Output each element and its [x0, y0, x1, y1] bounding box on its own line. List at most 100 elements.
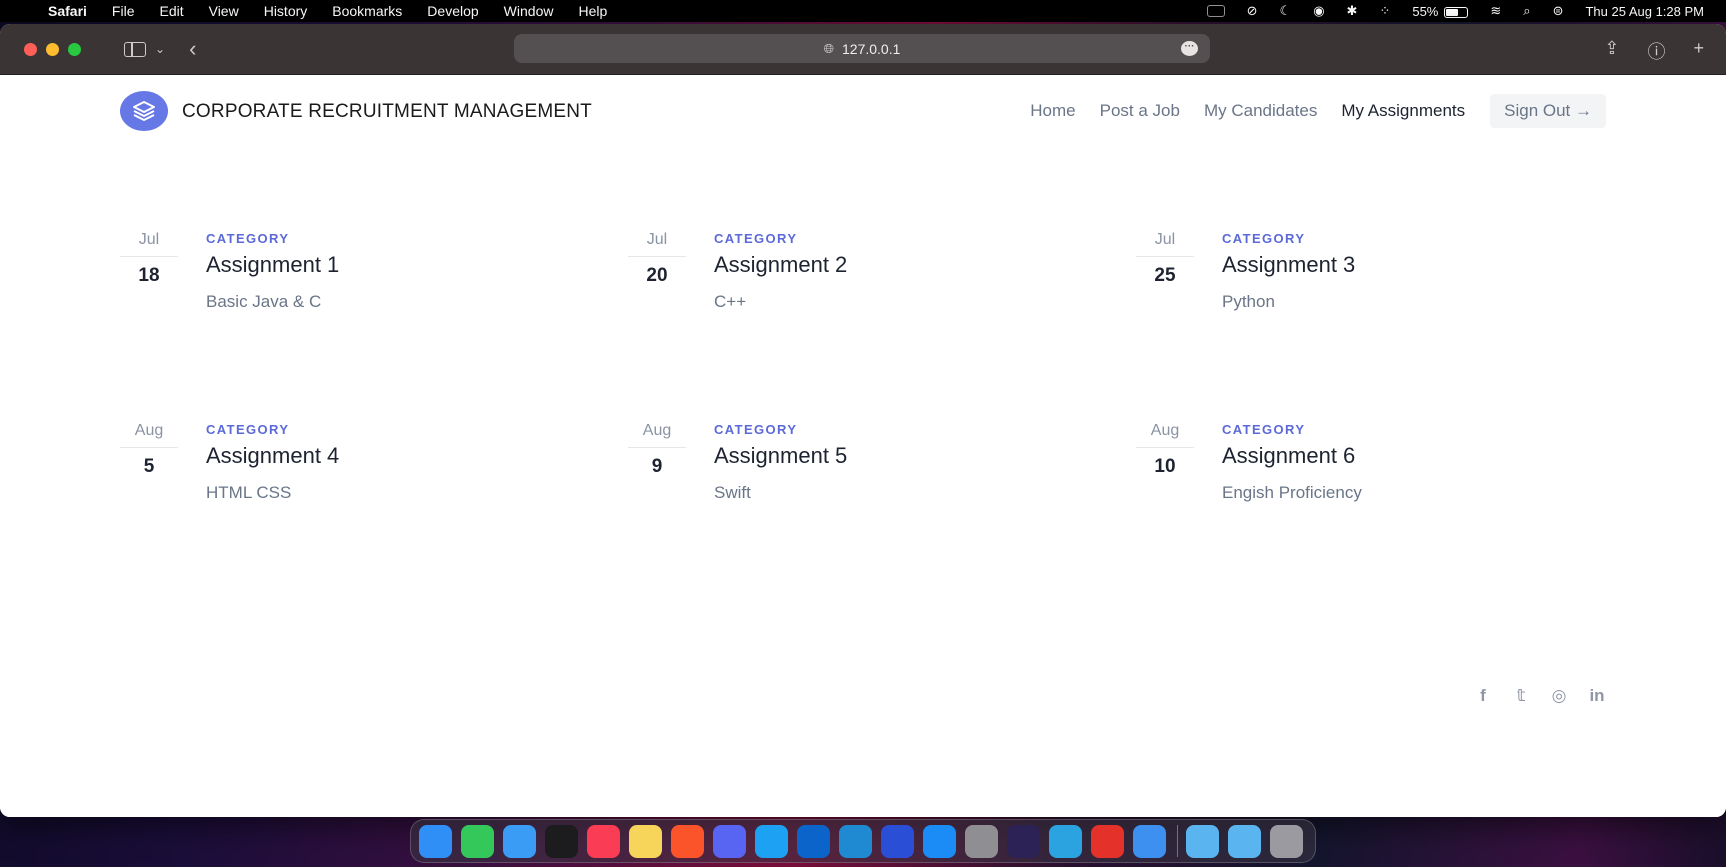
- assignment-card[interactable]: Aug 10 CATEGORY Assignment 6 Engish Prof…: [1136, 422, 1616, 532]
- assignment-date: Aug 9: [628, 422, 686, 478]
- site-logo[interactable]: [120, 91, 168, 131]
- menu-clock[interactable]: Thu 25 Aug 1:28 PM: [1585, 4, 1704, 19]
- assignment-title[interactable]: Assignment 6: [1222, 443, 1362, 469]
- menu-file[interactable]: File: [112, 3, 135, 19]
- assignment-title[interactable]: Assignment 3: [1222, 252, 1355, 278]
- assignment-date: Jul 20: [628, 231, 686, 287]
- assignment-category: CATEGORY: [1222, 231, 1306, 246]
- safari-window: ⌄ ‹ 🌐︎ 127.0.0.1 ··· ⇪ ⓘ + CORPORATE REC…: [0, 24, 1726, 817]
- instagram-icon[interactable]: ◎: [1550, 686, 1568, 705]
- date-day: 20: [646, 265, 668, 286]
- eclipse-icon[interactable]: [1007, 824, 1040, 858]
- nav-home[interactable]: Home: [1030, 101, 1075, 121]
- assignment-title[interactable]: Assignment 5: [714, 443, 847, 469]
- web-page: CORPORATE RECRUITMENT MANAGEMENT Home Po…: [0, 75, 1726, 817]
- battery-text: 55%: [1412, 3, 1439, 19]
- outlook-icon[interactable]: [797, 824, 830, 858]
- assignment-card[interactable]: Jul 18 CATEGORY Assignment 1 Basic Java …: [120, 231, 600, 341]
- focus-moon-icon[interactable]: ☾: [1280, 3, 1292, 19]
- notes-icon[interactable]: [629, 824, 662, 858]
- date-month: Jul: [120, 231, 178, 257]
- scrap-icon[interactable]: [1091, 824, 1124, 858]
- telegram-icon[interactable]: [1049, 824, 1082, 858]
- address-bar[interactable]: 🌐︎ 127.0.0.1 ···: [514, 34, 1210, 63]
- creative-cloud-icon[interactable]: [1206, 5, 1225, 17]
- share-icon[interactable]: ⇪: [1604, 38, 1619, 64]
- nav-my-candidates[interactable]: My Candidates: [1204, 101, 1317, 121]
- bluetooth-off-icon[interactable]: ✱: [1347, 3, 1358, 19]
- dock-separator: [1177, 825, 1178, 857]
- assignment-card[interactable]: Jul 25 CATEGORY Assignment 3 Python: [1136, 231, 1616, 341]
- linkedin-icon[interactable]: in: [1588, 686, 1606, 705]
- spotlight-search-icon[interactable]: ⌕: [1523, 3, 1530, 19]
- info-icon[interactable]: ⓘ: [1647, 38, 1665, 64]
- chevron-down-icon[interactable]: ⌄: [155, 42, 165, 56]
- mail-icon[interactable]: [503, 824, 536, 858]
- date-month: Aug: [1136, 422, 1194, 448]
- settings-icon[interactable]: [965, 824, 998, 858]
- music-icon[interactable]: [587, 824, 620, 858]
- new-tab-icon[interactable]: +: [1693, 38, 1704, 64]
- appstore-icon[interactable]: [923, 824, 956, 858]
- assignment-category: CATEGORY: [714, 231, 798, 246]
- date-month: Jul: [628, 231, 686, 257]
- messages-icon[interactable]: [461, 824, 494, 858]
- back-arrow-icon[interactable]: ‹: [189, 36, 196, 62]
- display-icon[interactable]: ⁘: [1379, 3, 1390, 19]
- date-day: 10: [1154, 456, 1176, 477]
- menu-edit[interactable]: Edit: [159, 3, 183, 19]
- menu-window[interactable]: Window: [504, 3, 554, 19]
- assignment-description: Swift: [714, 483, 751, 502]
- assignment-card[interactable]: Aug 9 CATEGORY Assignment 5 Swift: [628, 422, 1108, 532]
- assignment-description: Basic Java & C: [206, 292, 322, 311]
- folder-downloads-icon[interactable]: [1228, 824, 1261, 858]
- assignment-description: Python: [1222, 292, 1275, 311]
- date-day: 9: [651, 456, 663, 477]
- globe-icon: 🌐︎: [823, 40, 834, 56]
- discord-icon[interactable]: [713, 824, 746, 858]
- assignment-card[interactable]: Jul 20 CATEGORY Assignment 2 C++: [628, 231, 1108, 341]
- menu-view[interactable]: View: [209, 3, 239, 19]
- twitter-app-icon[interactable]: [755, 824, 788, 858]
- assignment-category: CATEGORY: [1222, 422, 1306, 437]
- page-options-icon[interactable]: ···: [1181, 41, 1198, 56]
- nav-post-job[interactable]: Post a Job: [1100, 101, 1180, 121]
- assignment-title[interactable]: Assignment 1: [206, 252, 339, 278]
- menu-app-name[interactable]: Safari: [48, 3, 87, 19]
- menu-develop[interactable]: Develop: [427, 3, 478, 19]
- nav-my-assignments[interactable]: My Assignments: [1341, 101, 1465, 121]
- trash-icon[interactable]: [1270, 824, 1303, 858]
- mute-icon[interactable]: ⊘: [1247, 3, 1258, 19]
- folder-applications-icon[interactable]: [1186, 824, 1219, 858]
- date-day: 18: [138, 265, 160, 286]
- control-center-icon[interactable]: ⊜: [1553, 3, 1564, 19]
- site-title[interactable]: CORPORATE RECRUITMENT MANAGEMENT: [182, 101, 592, 123]
- minimize-window-button[interactable]: [46, 42, 59, 56]
- assignment-description: C++: [714, 292, 747, 311]
- tv-icon[interactable]: [545, 824, 578, 858]
- sign-out-button[interactable]: Sign Out →: [1490, 94, 1606, 128]
- main-nav: Home Post a Job My Candidates My Assignm…: [1006, 94, 1606, 128]
- date-day: 25: [1154, 265, 1176, 286]
- assignment-title[interactable]: Assignment 2: [714, 252, 847, 278]
- close-window-button[interactable]: [24, 42, 37, 56]
- assignment-date: Jul 18: [120, 231, 178, 287]
- zoom-window-button[interactable]: [68, 42, 81, 56]
- assignment-date: Aug 5: [120, 422, 178, 478]
- twitter-icon[interactable]: 𝕥: [1512, 686, 1530, 705]
- facebook-icon[interactable]: f: [1474, 686, 1492, 705]
- menu-history[interactable]: History: [264, 3, 308, 19]
- brave-icon[interactable]: [671, 824, 704, 858]
- wifi-icon[interactable]: ≋: [1490, 3, 1501, 19]
- simulator-icon[interactable]: [881, 824, 914, 858]
- airdrop-icon[interactable]: ◉: [1313, 3, 1324, 19]
- vscode-icon[interactable]: [839, 824, 872, 858]
- assignment-card[interactable]: Aug 5 CATEGORY Assignment 4 HTML CSS: [120, 422, 600, 532]
- menu-help[interactable]: Help: [578, 3, 607, 19]
- assignment-title[interactable]: Assignment 4: [206, 443, 339, 469]
- battery-percentage[interactable]: 55%: [1412, 3, 1469, 19]
- safari-icon[interactable]: [1133, 824, 1166, 858]
- menu-bookmarks[interactable]: Bookmarks: [332, 3, 402, 19]
- finder-icon[interactable]: [419, 824, 452, 858]
- sidebar-toggle-icon[interactable]: [124, 41, 146, 57]
